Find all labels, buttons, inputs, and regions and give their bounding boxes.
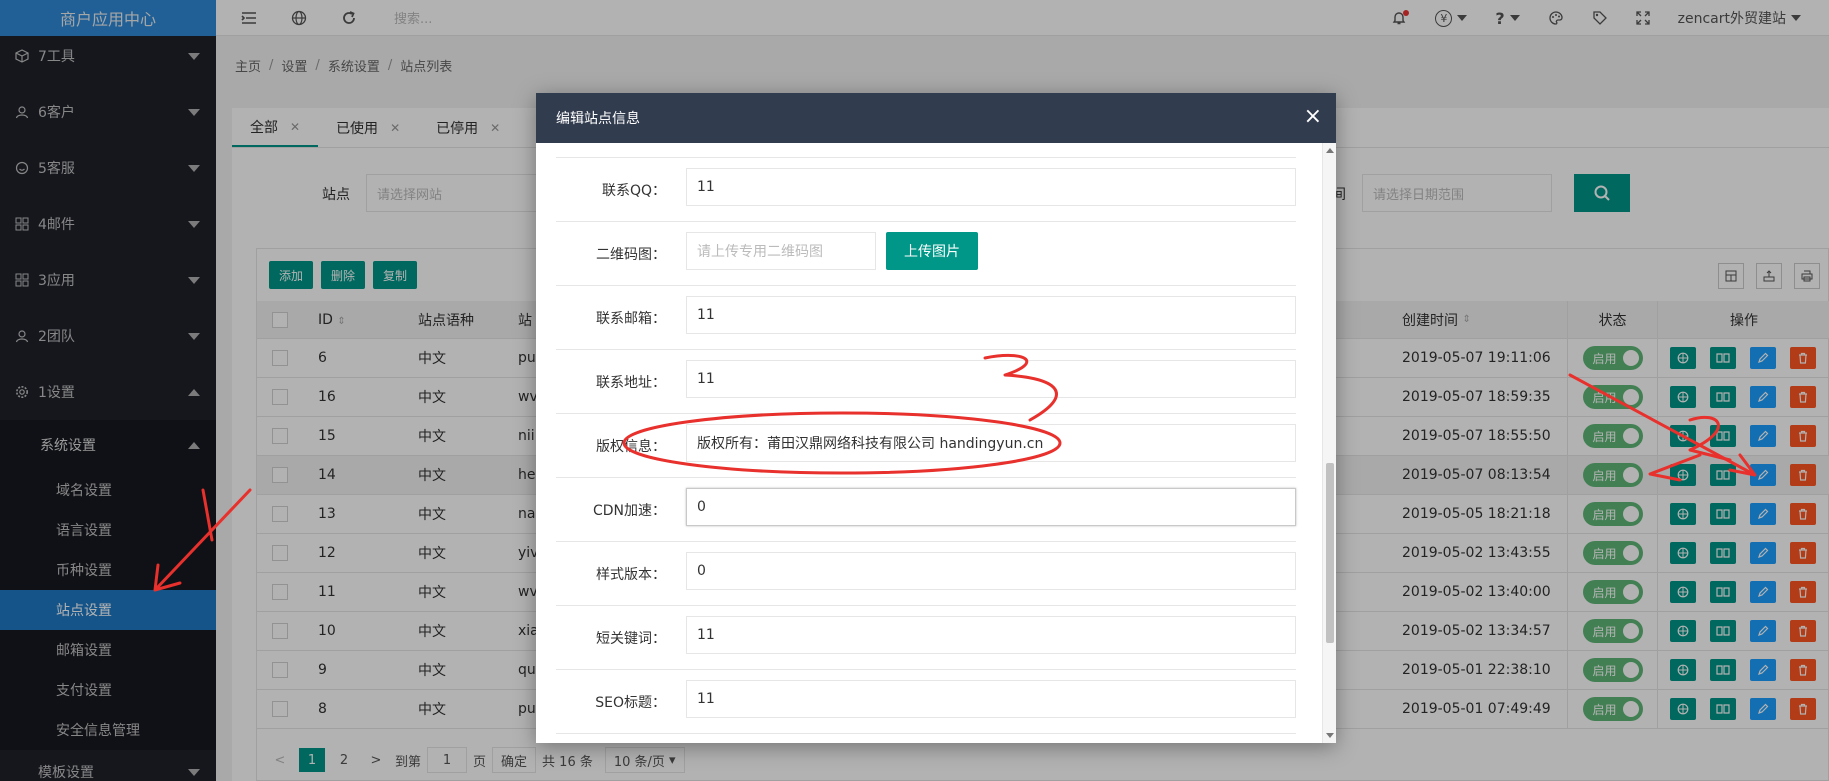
form-row-seo-title: SEO标题： 11 <box>556 669 1296 733</box>
form-row-short-keyword: 短关键词： 11 <box>556 605 1296 669</box>
form-row-email: 联系邮箱： 11 <box>556 285 1296 349</box>
dialog-header: 编辑站点信息 × <box>536 93 1336 143</box>
dialog-title: 编辑站点信息 <box>556 111 640 127</box>
dialog-scrollbar[interactable] <box>1322 143 1336 743</box>
form-row-copyright: 版权信息： 版权所有：莆田汉鼎网络科技有限公司 handingyun.cn <box>556 413 1296 477</box>
scroll-down-icon[interactable] <box>1326 733 1334 738</box>
qrcode-label: 二维码图： <box>596 247 666 263</box>
style-version-label: 样式版本： <box>596 567 666 583</box>
form-row-qrcode: 二维码图： 请上传专用二维码图 上传图片 <box>556 221 1296 285</box>
qrcode-input[interactable]: 请上传专用二维码图 <box>686 232 876 270</box>
close-icon[interactable]: × <box>1304 105 1322 129</box>
email-input[interactable]: 11 <box>686 296 1296 334</box>
seo-title-input[interactable]: 11 <box>686 680 1296 718</box>
form-row-style-version: 样式版本： 0 <box>556 541 1296 605</box>
address-label: 联系地址： <box>596 375 666 391</box>
qq-input[interactable]: 11 <box>686 168 1296 206</box>
upload-image-button[interactable]: 上传图片 <box>886 232 978 270</box>
scroll-thumb[interactable] <box>1326 463 1334 643</box>
form-row-qq: 联系QQ： 11 <box>556 157 1296 221</box>
scroll-up-icon[interactable] <box>1326 148 1334 153</box>
edit-site-dialog: 编辑站点信息 × 联系QQ： 11 二维码图： 请上传专用二维码图 上传图片 联… <box>536 93 1336 743</box>
short-keyword-input[interactable]: 11 <box>686 616 1296 654</box>
short-keyword-label: 短关键词： <box>596 631 666 647</box>
style-version-input[interactable]: 0 <box>686 552 1296 590</box>
form-row-cdn: CDN加速： 0 <box>556 477 1296 541</box>
copyright-input[interactable]: 版权所有：莆田汉鼎网络科技有限公司 handingyun.cn <box>686 424 1296 462</box>
dialog-body: 联系QQ： 11 二维码图： 请上传专用二维码图 上传图片 联系邮箱： 11 联… <box>536 143 1336 743</box>
cdn-input[interactable]: 0 <box>686 488 1296 526</box>
cdn-label: CDN加速： <box>592 503 666 519</box>
address-input[interactable]: 11 <box>686 360 1296 398</box>
qq-label: 联系QQ： <box>601 183 666 199</box>
form-row-partial <box>556 733 1296 743</box>
email-label: 联系邮箱： <box>596 311 666 327</box>
form-row-partial <box>556 143 1296 158</box>
form-row-address: 联系地址： 11 <box>556 349 1296 413</box>
seo-title-label: SEO标题： <box>595 695 666 711</box>
copyright-label: 版权信息： <box>596 439 666 455</box>
